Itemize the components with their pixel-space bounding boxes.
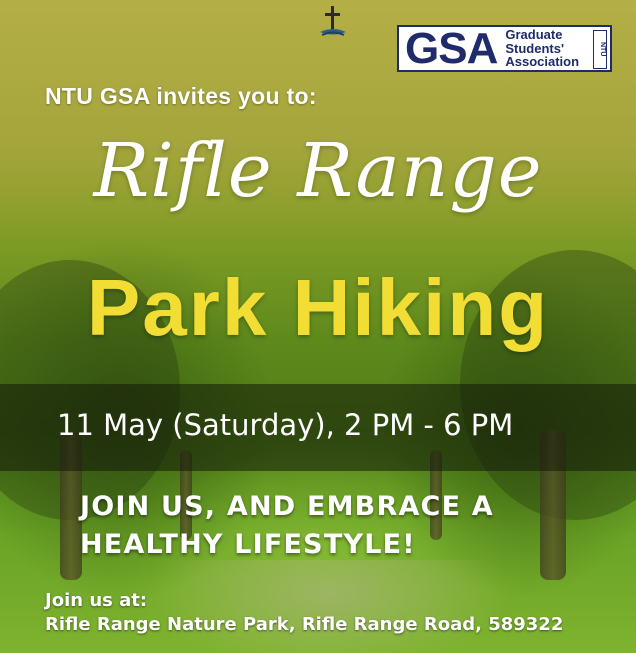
- cross-icon: [320, 6, 346, 36]
- title-script: Rifle Range: [93, 128, 543, 214]
- location-address: Rifle Range Nature Park, Rifle Range Roa…: [45, 614, 564, 635]
- park-path: [150, 560, 510, 653]
- event-poster: GSA Graduate Students' Association NTU N…: [0, 0, 636, 653]
- title-bold: Park Hiking: [86, 263, 550, 352]
- invite-line: NTU GSA invites you to:: [45, 83, 317, 109]
- gsa-logo: GSA Graduate Students' Association NTU: [397, 25, 612, 72]
- event-datetime: 11 May (Saturday), 2 PM - 6 PM: [57, 408, 514, 442]
- gsa-logo-line2: Students': [505, 40, 565, 56]
- slogan-line1: JOIN US, AND EMBRACE A: [80, 491, 494, 522]
- gsa-logo-line3: Association: [505, 54, 580, 70]
- slogan: JOIN US, AND EMBRACE A HEALTHY LIFESTYLE…: [80, 488, 600, 564]
- gsa-logo-ntu-tag: NTU: [593, 30, 607, 69]
- slogan-line2: HEALTHY LIFESTYLE!: [80, 529, 416, 560]
- gsa-logo-line1: Graduate: [505, 27, 563, 43]
- gsa-logo-words: Graduate Students' Association: [505, 28, 579, 69]
- gsa-logo-mark: GSA: [405, 23, 498, 73]
- location-label: Join us at:: [45, 590, 148, 611]
